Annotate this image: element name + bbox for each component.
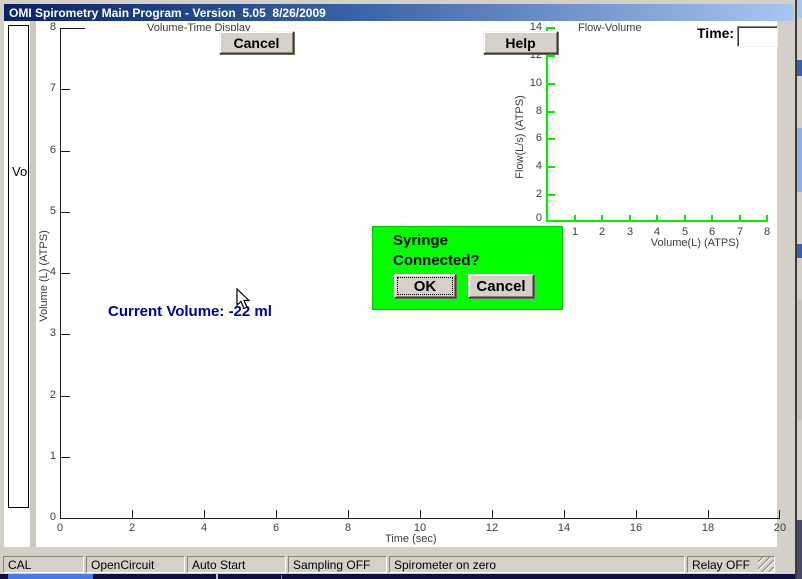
help-button[interactable]: Help xyxy=(483,31,558,54)
syringe-dialog: Syringe Connected? OK Cancel xyxy=(372,226,563,310)
status-opencircuit: OpenCircuit xyxy=(86,556,185,573)
vt-y-tickmark xyxy=(61,334,70,335)
vt-x-tick-label: 4 xyxy=(190,522,218,535)
fv-x-tickmark xyxy=(656,215,658,221)
app-window: OMI Spirometry Main Program - Version 5.… xyxy=(0,0,802,579)
vt-y-tick-label: 2 xyxy=(36,389,56,402)
vt-x-axis xyxy=(60,518,780,519)
vt-x-tick-label: 12 xyxy=(478,522,506,535)
dialog-cancel-button[interactable]: Cancel xyxy=(468,274,534,298)
vol-panel-label: Vol xyxy=(12,164,30,179)
fv-y-tickmark xyxy=(548,166,555,168)
background-window-fragment xyxy=(797,60,802,76)
vt-y-tickmark xyxy=(61,89,70,90)
fv-x-tickmark xyxy=(739,215,741,221)
background-window-edge xyxy=(795,0,797,579)
vt-x-tick-label: 14 xyxy=(550,522,578,535)
fv-x-axis-label: Volume(L) (ATPS) xyxy=(595,237,795,249)
background-window-fragment xyxy=(797,128,802,192)
vt-y-tickmark xyxy=(61,457,70,458)
background-window-fragment xyxy=(281,575,282,579)
vt-x-tick-label: 16 xyxy=(622,522,650,535)
background-window-segment xyxy=(8,574,93,579)
dialog-text-line2: Connected? xyxy=(393,252,480,269)
fv-chart-title: Flow-Volume xyxy=(578,22,642,34)
vt-x-tick-label: 8 xyxy=(334,522,362,535)
left-divider-strip xyxy=(30,21,36,547)
vt-x-tickmark xyxy=(348,510,349,518)
fv-y-axis-label: Flow(L/s) (ATPS) xyxy=(514,77,526,197)
dialog-ok-button[interactable]: OK xyxy=(394,274,456,298)
vt-y-tickmark xyxy=(61,151,70,152)
vt-y-tickmark xyxy=(61,273,70,274)
vt-y-tickmark xyxy=(61,28,85,29)
title-bar[interactable]: OMI Spirometry Main Program - Version 5.… xyxy=(4,4,794,21)
vt-y-tick-label: 8 xyxy=(36,21,56,34)
time-input[interactable] xyxy=(737,26,778,47)
fv-y-tickmark xyxy=(548,138,555,140)
status-sampling: Sampling OFF xyxy=(288,556,387,573)
vt-x-tick-label: 18 xyxy=(694,522,722,535)
background-window-fragment xyxy=(797,0,802,18)
vt-x-tickmark xyxy=(420,510,421,518)
background-window-strip xyxy=(0,574,795,579)
background-window-fragment xyxy=(797,300,802,420)
vt-y-tick-label: 6 xyxy=(36,144,56,157)
fv-x-tickmark xyxy=(574,215,576,221)
mouse-cursor-icon xyxy=(236,288,251,310)
fv-x-tick-label: 1 xyxy=(567,226,583,239)
background-window-fragment xyxy=(797,520,802,579)
cancel-button[interactable]: Cancel xyxy=(219,31,294,54)
vt-y-tick-label: 7 xyxy=(36,82,56,95)
fv-x-tickmark xyxy=(711,215,713,221)
vt-y-axis-label: Volume (L) (ATPS) xyxy=(38,216,50,336)
dialog-text-line1: Syringe xyxy=(393,232,448,249)
vt-x-tickmark xyxy=(276,510,277,518)
vt-x-axis-label: Time (sec) xyxy=(385,533,437,545)
fv-y-tickmark xyxy=(548,194,555,196)
help-button-label: Help xyxy=(505,35,535,51)
fv-y-tickmark xyxy=(548,27,555,29)
vt-y-tick-label: 1 xyxy=(36,450,56,463)
vt-x-tickmark xyxy=(636,510,637,518)
vt-x-tickmark xyxy=(564,510,565,518)
status-cal: CAL xyxy=(3,556,84,573)
vol-panel: Vol xyxy=(8,25,29,508)
vt-x-tickmark xyxy=(132,510,133,518)
vt-y-tickmark xyxy=(61,212,70,213)
vt-x-tickmark xyxy=(492,510,493,518)
vt-x-tick-label: 6 xyxy=(262,522,290,535)
dialog-cancel-label: Cancel xyxy=(476,278,525,295)
fv-y-tickmark xyxy=(548,83,555,85)
vt-x-tickmark xyxy=(779,510,780,518)
fv-x-tickmark xyxy=(766,215,768,221)
focus-rectangle xyxy=(397,277,453,295)
fv-y-tick-label: 0 xyxy=(518,212,542,225)
vt-x-tick-label: 2 xyxy=(118,522,146,535)
vt-x-tick-label: 20 xyxy=(766,522,794,535)
vt-x-tickmark xyxy=(60,510,61,518)
vt-x-tickmark xyxy=(708,510,709,518)
fv-x-tickmark xyxy=(629,215,631,221)
background-window-fragment xyxy=(797,244,802,258)
fv-y-tickmark xyxy=(548,55,555,57)
status-autostart: Auto Start xyxy=(187,556,286,573)
status-bar: CAL OpenCircuit Auto Start Sampling OFF … xyxy=(0,555,777,574)
vt-x-tickmark xyxy=(204,510,205,518)
vt-x-tick-label: 0 xyxy=(46,522,74,535)
resize-grip-icon[interactable] xyxy=(758,557,774,572)
fv-y-tickmark xyxy=(548,111,555,113)
fv-x-tickmark xyxy=(601,215,603,221)
vt-y-tickmark xyxy=(61,396,70,397)
fv-x-tickmark xyxy=(684,215,686,221)
background-window-fragment xyxy=(216,574,218,579)
status-spirometer: Spirometer on zero xyxy=(389,556,685,573)
cancel-button-label: Cancel xyxy=(234,35,280,51)
time-label: Time: xyxy=(697,25,734,41)
